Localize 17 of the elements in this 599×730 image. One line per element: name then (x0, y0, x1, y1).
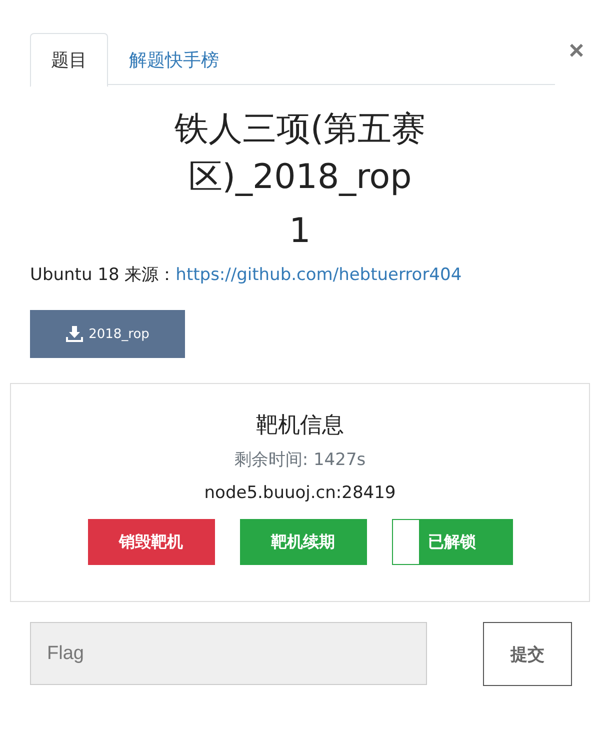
submit-button[interactable]: 提交 (483, 622, 572, 686)
action-button[interactable]: 已解锁 (392, 519, 512, 565)
tab[interactable]: 解题快手榜 (108, 33, 240, 86)
download-button[interactable]: 2018_rop (30, 310, 185, 358)
remaining-time: 剩余时间: 1427s (234, 449, 366, 471)
flag-field[interactable]: Flag (30, 622, 427, 685)
action-button[interactable]: 靶机续期 (240, 519, 366, 565)
description-text: Ubuntu 18 来源： (30, 265, 176, 285)
action-button[interactable]: 销毁靶机 (88, 519, 214, 565)
source-link[interactable]: https://github.com/hebtuerror404 (176, 265, 462, 285)
challenge-title: 铁人三项(第五赛区)_2018_rop (173, 108, 427, 199)
challenge-score: 1 (288, 210, 312, 253)
target-address: node5.buuoj.cn:28419 (204, 483, 396, 503)
tab[interactable]: 题目 (30, 33, 108, 87)
panel-heading: 靶机信息 (256, 412, 344, 440)
close-button[interactable]: × (554, 35, 590, 65)
download-icon (66, 326, 83, 342)
